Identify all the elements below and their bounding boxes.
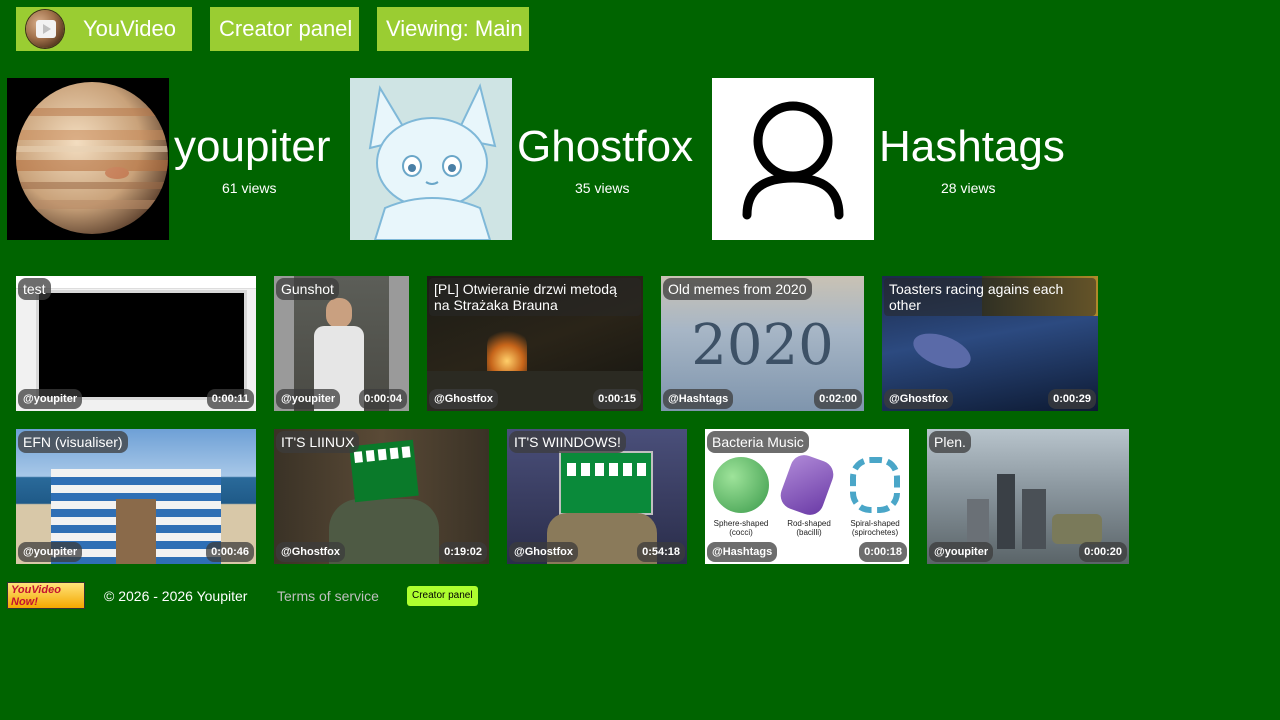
video-duration: 0:00:11 <box>206 389 254 409</box>
video-card[interactable]: 2020 Old memes from 2020 @Hashtags 0:02:… <box>661 276 864 411</box>
creator-panel-button[interactable]: Creator panel <box>210 7 359 51</box>
video-title: IT'S WIINDOWS! <box>509 431 626 453</box>
video-title: Bacteria Music <box>707 431 809 453</box>
video-duration: 0:19:02 <box>439 542 487 562</box>
video-title: Old memes from 2020 <box>663 278 812 300</box>
video-card[interactable]: Sphere-shaped (cocci) Rod-shaped (bacill… <box>705 429 909 564</box>
video-author[interactable]: @youpiter <box>276 389 341 409</box>
video-title: IT'S LIINUX <box>276 431 360 453</box>
video-card[interactable]: Toasters racing agains each other @Ghost… <box>882 276 1098 411</box>
video-author[interactable]: @Hashtags <box>707 542 778 562</box>
video-duration: 0:00:20 <box>1079 542 1127 562</box>
user-icon <box>742 101 844 220</box>
video-duration: 0:00:18 <box>859 542 907 562</box>
channel-name-youpiter[interactable]: youpiter <box>174 122 331 172</box>
video-card[interactable]: IT'S WIINDOWS! @Ghostfox 0:54:18 <box>507 429 687 564</box>
video-title: Toasters racing agains each other <box>884 278 1096 316</box>
copyright-text: © 2026 - 2026 Youpiter <box>104 588 248 604</box>
video-card[interactable]: Plen. @youpiter 0:00:20 <box>927 429 1129 564</box>
video-duration: 0:02:00 <box>814 389 862 409</box>
video-author[interactable]: @youpiter <box>18 389 83 409</box>
channel-views-hashtags: 28 views <box>941 180 996 196</box>
channel-views-ghostfox: 35 views <box>575 180 630 196</box>
video-duration: 0:00:29 <box>1048 389 1096 409</box>
thumbnail-year-text: 2020 <box>691 313 834 378</box>
video-duration: 0:54:18 <box>637 542 685 562</box>
bacteria-label-spirochetes: Spiral-shaped (spirochetes) <box>850 519 900 537</box>
viewing-selector-button[interactable]: Viewing: Main <box>377 7 529 51</box>
video-title: Plen. <box>929 431 971 453</box>
video-author[interactable]: @youpiter <box>18 542 83 562</box>
video-title: test <box>18 278 51 300</box>
video-duration: 0:00:46 <box>206 542 254 562</box>
channel-avatar-ghostfox[interactable] <box>350 78 512 240</box>
video-card[interactable]: [PL] Otwieranie drzwi metodą na Strażaka… <box>427 276 643 411</box>
video-title: Gunshot <box>276 278 339 300</box>
channel-name-ghostfox[interactable]: Ghostfox <box>517 122 693 172</box>
terms-of-service-link[interactable]: Terms of service <box>277 588 379 604</box>
channel-name-hashtags[interactable]: Hashtags <box>879 122 1065 172</box>
video-title: [PL] Otwieranie drzwi metodą na Strażaka… <box>429 278 641 316</box>
video-duration: 0:00:15 <box>593 389 641 409</box>
home-button-label: YouVideo <box>83 16 176 41</box>
bacteria-label-cocci: Sphere-shaped (cocci) <box>713 519 769 537</box>
video-author[interactable]: @Ghostfox <box>276 542 346 562</box>
play-logo-icon <box>26 10 64 48</box>
video-title: EFN (visualiser) <box>18 431 128 453</box>
video-author[interactable]: @Ghostfox <box>429 389 499 409</box>
video-card[interactable]: Gunshot @youpiter 0:00:04 <box>274 276 409 411</box>
channel-views-youpiter: 61 views <box>222 180 277 196</box>
video-card[interactable]: IT'S LIINUX @Ghostfox 0:19:02 <box>274 429 489 564</box>
footer-creator-panel-button[interactable]: Creator panel <box>407 586 478 606</box>
video-author[interactable]: @youpiter <box>929 542 994 562</box>
bacteria-label-bacilli: Rod-shaped (bacilli) <box>787 519 831 537</box>
video-duration: 0:00:04 <box>359 389 407 409</box>
youvideo-now-badge[interactable]: YouVideo Now! <box>7 582 85 609</box>
video-author[interactable]: @Ghostfox <box>509 542 579 562</box>
video-card[interactable]: EFN (visualiser) @youpiter 0:00:46 <box>16 429 256 564</box>
home-button[interactable]: YouVideo <box>16 7 192 51</box>
video-card[interactable]: test @youpiter 0:00:11 <box>16 276 256 411</box>
channel-avatar-hashtags[interactable] <box>712 78 874 240</box>
channel-avatar-youpiter[interactable] <box>7 78 169 240</box>
video-author[interactable]: @Hashtags <box>663 389 734 409</box>
video-author[interactable]: @Ghostfox <box>884 389 954 409</box>
